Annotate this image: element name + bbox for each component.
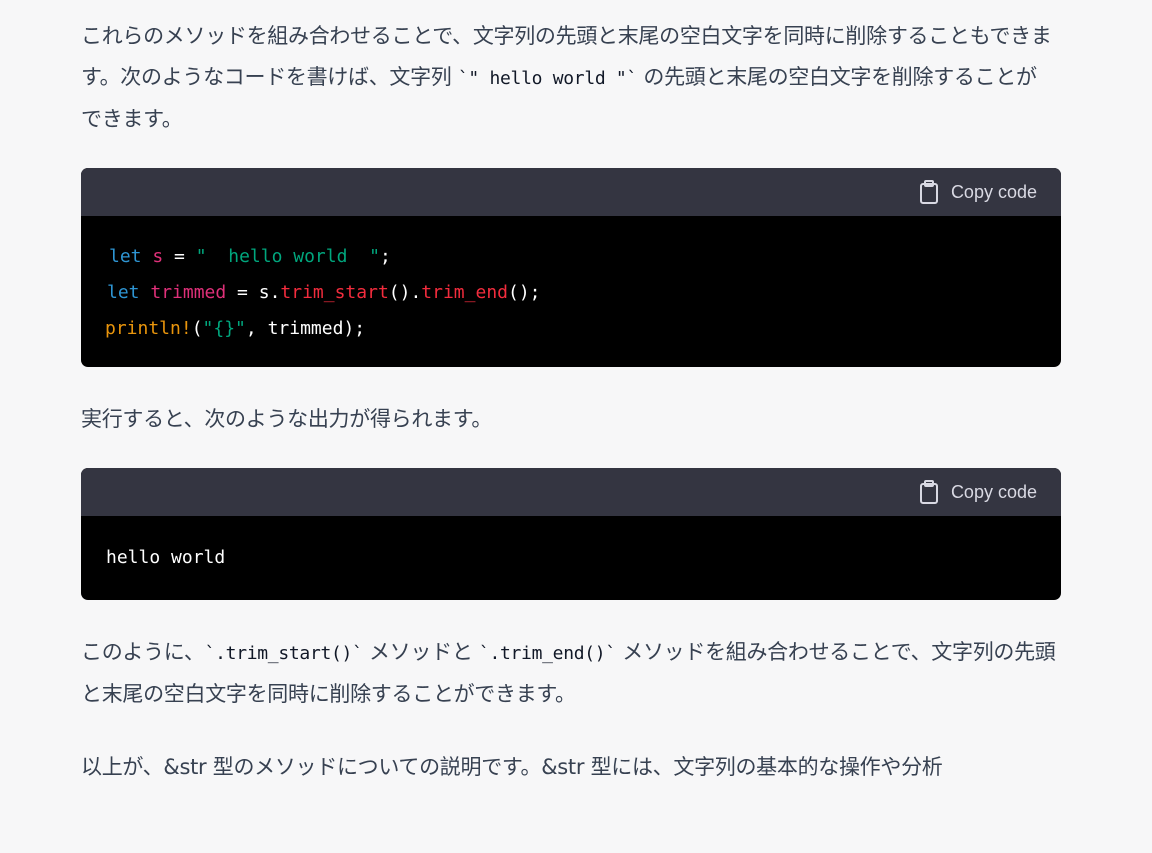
chat-message-content: これらのメソッドを組み合わせることで、文字列の先頭と末尾の空白文字を同時に削除す…: [81, 16, 1061, 788]
paragraph-text: す。次のようなコードを書けば、文字列: [81, 65, 458, 89]
paragraph-output-intro: 実行すると、次のような出力が得られます。: [81, 399, 1061, 440]
copy-code-label: Copy code: [950, 181, 1037, 202]
code-token: (: [191, 318, 203, 339]
paragraph-summary: このように、`.trim_start()` メソッドと `.trim_end()…: [81, 632, 1061, 715]
paragraph-text: の先頭と末尾の空白文字を削除することが: [637, 65, 1037, 89]
code-token: , trimmed);: [245, 318, 366, 339]
code-token: hello world: [106, 547, 226, 568]
paragraph-text: メソッドと: [362, 640, 479, 664]
code-token-function: trim_start: [280, 282, 389, 303]
code-token-string: "{}": [202, 318, 246, 339]
paragraph-text: 実行すると、次のような出力が得られます。: [81, 407, 493, 431]
inline-code: `.trim_end()`: [478, 643, 616, 664]
paragraph-intro: これらのメソッドを組み合わせることで、文字列の先頭と末尾の空白文字を同時に削除す…: [81, 16, 1061, 140]
code-token-variable: s: [152, 246, 164, 267]
code-token: = s.: [226, 282, 281, 303]
copy-code-button[interactable]: Copy code: [919, 480, 1037, 504]
clipboard-icon: [919, 480, 939, 504]
code-token-macro: println!: [105, 318, 192, 339]
code-content[interactable]: hello world: [81, 516, 1061, 600]
paragraph-text: これらのメソッドを組み合わせることで、文字列の先頭と末尾の空白文字を同時に削除す…: [81, 24, 1052, 48]
code-block-header: Copy code: [81, 168, 1061, 216]
inline-code: `" hello world "`: [457, 68, 638, 89]
code-token: ();: [508, 282, 541, 303]
code-block-header: Copy code: [81, 468, 1061, 516]
code-token-keyword: let: [107, 282, 140, 303]
code-token-function: trim_end: [421, 282, 508, 303]
paragraph-text: メソッドを組み合わせることで、文字列の先頭: [615, 640, 1056, 664]
paragraph-text: このように、: [81, 640, 205, 664]
copy-code-label: Copy code: [950, 481, 1037, 502]
inline-code: `.trim_start()`: [204, 643, 363, 664]
paragraph-text: できます。: [81, 107, 183, 131]
clipboard-icon: [919, 180, 939, 204]
code-token-string: " hello world ": [195, 246, 380, 267]
code-content[interactable]: let s = " hello world "; let trimmed = s…: [81, 216, 1061, 367]
code-token: ().: [388, 282, 422, 303]
code-token-keyword: let: [109, 246, 142, 267]
code-token: =: [163, 246, 196, 267]
paragraph-conclusion: 以上が、&str 型のメソッドについての説明です。&str 型には、文字列の基本…: [81, 747, 1061, 788]
code-block: Copy code hello world: [81, 468, 1061, 600]
code-block: Copy code let s = " hello world "; let t…: [81, 168, 1061, 367]
code-token: ;: [379, 246, 391, 267]
copy-code-button[interactable]: Copy code: [919, 180, 1037, 204]
code-token-variable: trimmed: [150, 282, 227, 303]
paragraph-text: と末尾の空白文字を同時に削除することができます。: [81, 682, 576, 706]
paragraph-text: 以上が、&str 型のメソッドについての説明です。&str 型には、文字列の基本…: [81, 755, 943, 779]
